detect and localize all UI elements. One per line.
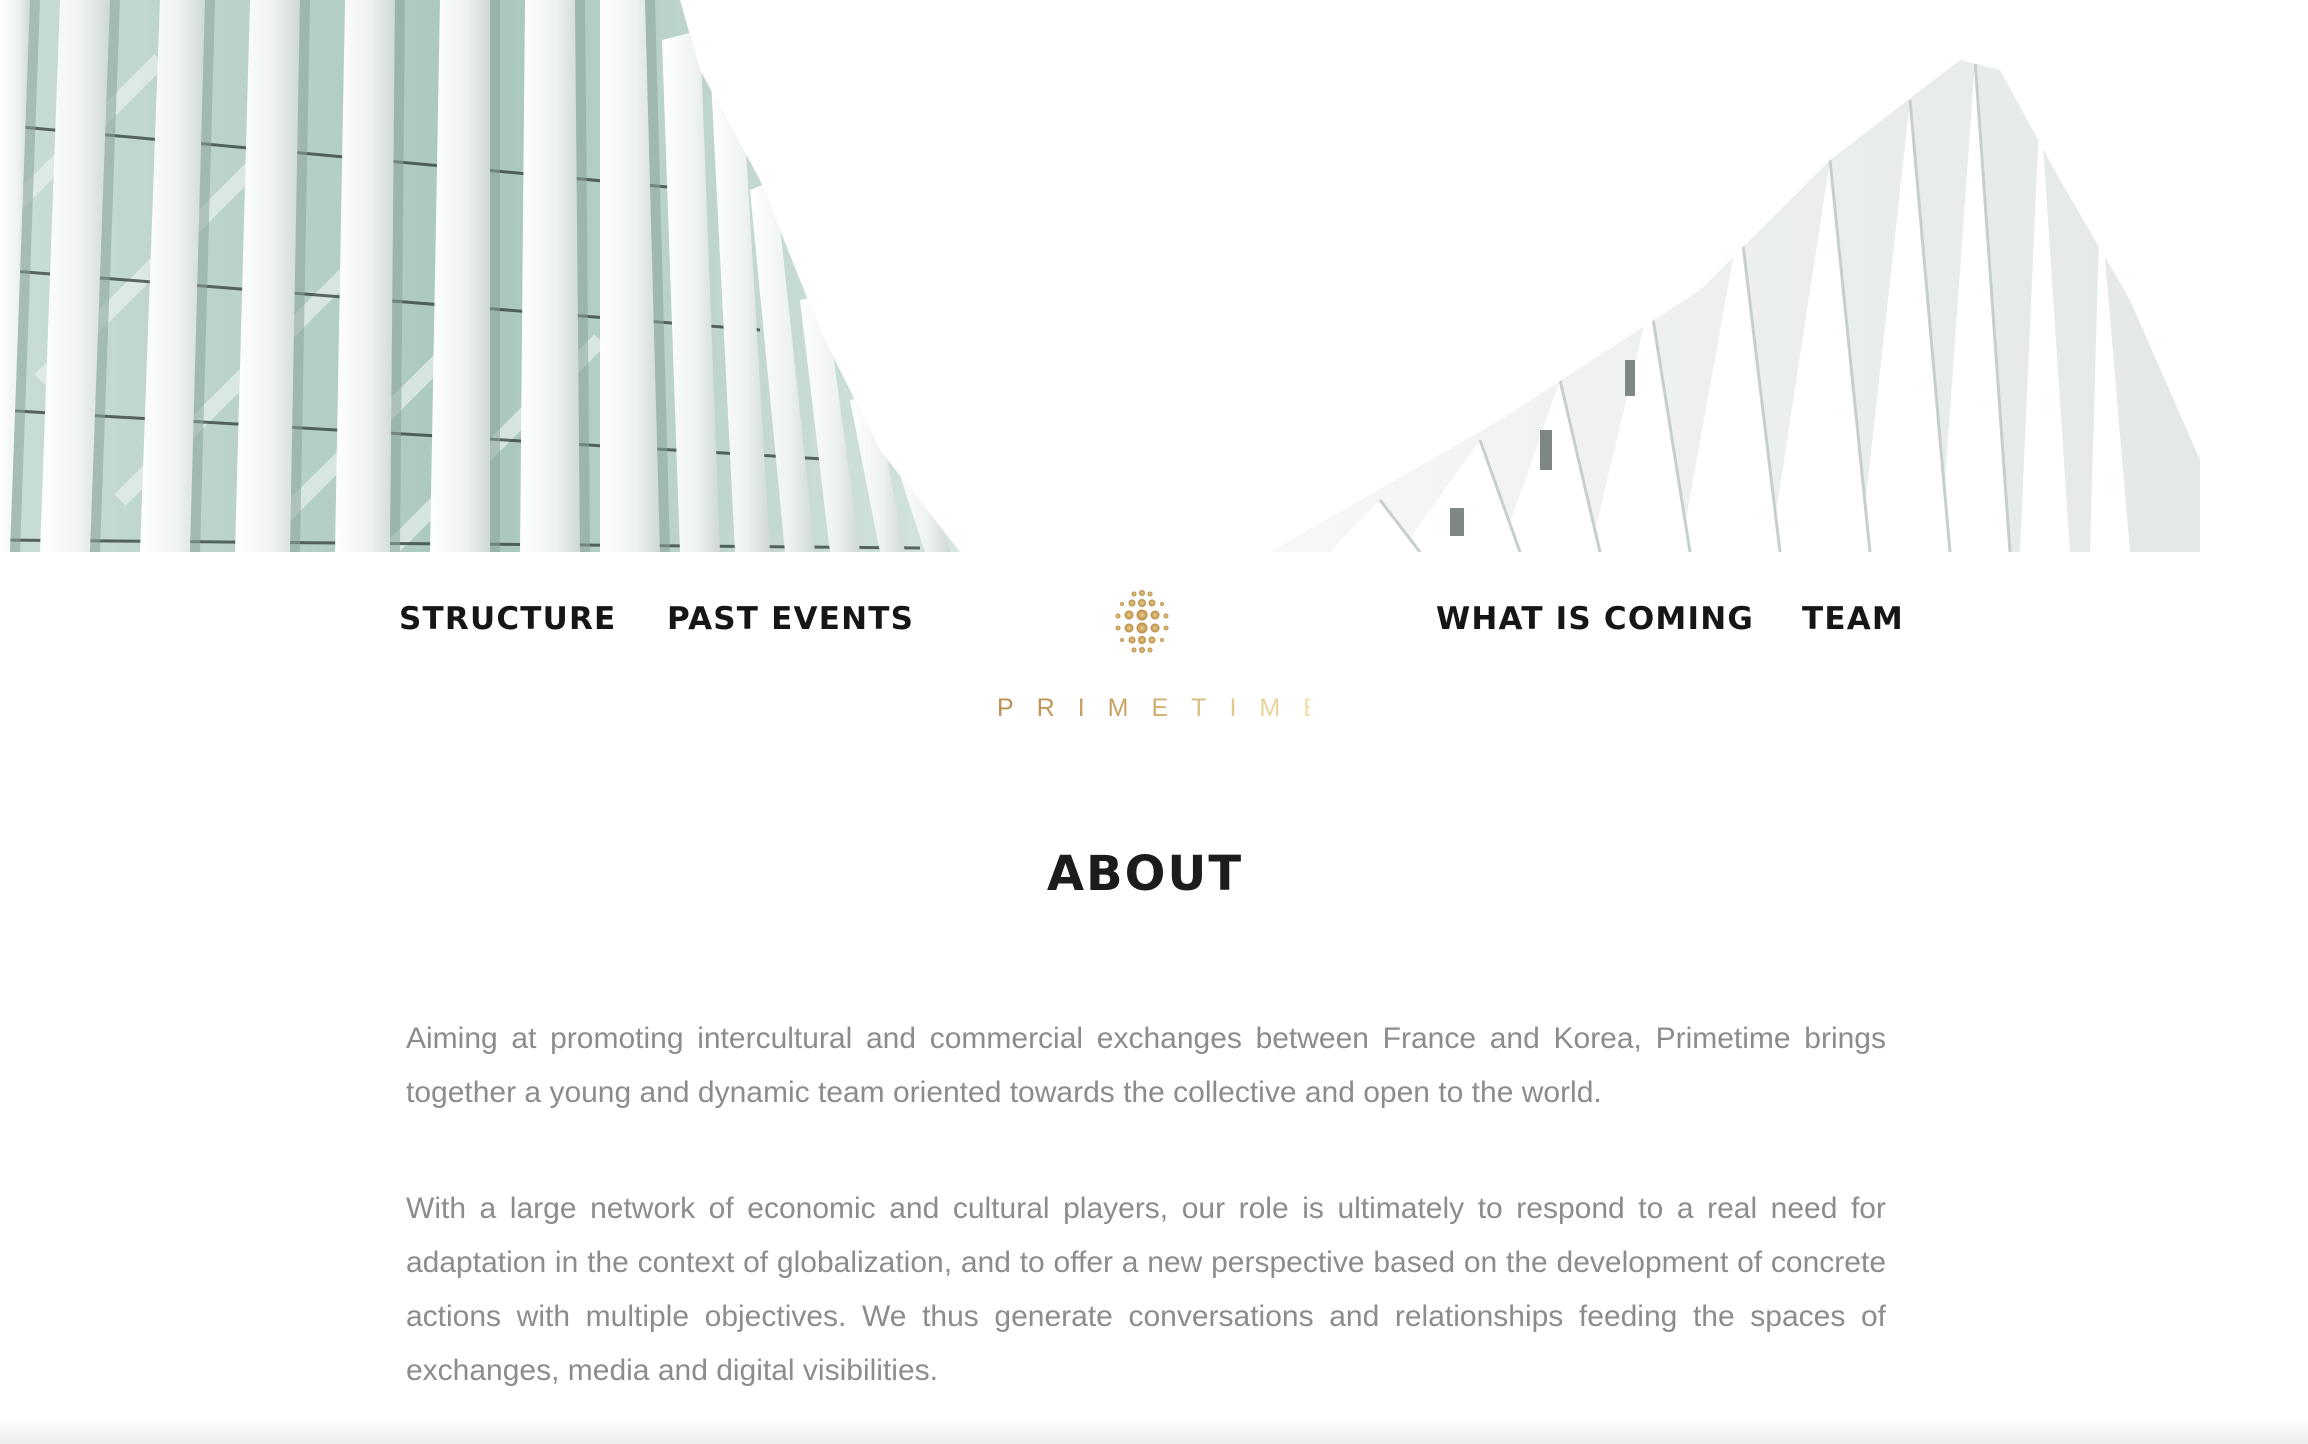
about-heading: ABOUT (1046, 846, 1244, 902)
logo-wordmark: PRIMETIME (974, 696, 1320, 721)
about-paragraph: Aiming at promoting intercultural and co… (406, 1022, 1886, 1109)
main-navigation: STRUCTURE PAST EVENTS PRIMETIME WHAT IS … (0, 552, 2308, 732)
dot-cluster-logo-icon (1115, 590, 1169, 653)
primetime-logo[interactable]: PRIMETIME (974, 588, 1320, 721)
nav-link-structure[interactable]: STRUCTURE (399, 604, 616, 635)
about-text: Aiming at promoting intercultural and co… (406, 1012, 1886, 1444)
about-paragraph: With a large network of economic and cul… (406, 1192, 1886, 1387)
nav-link-what-is-coming[interactable]: WHAT IS COMING (1436, 604, 1754, 635)
nav-link-team[interactable]: TEAM (1802, 604, 1904, 635)
hero-architecture-image (0, 0, 2308, 552)
scroll-edge-shadow (0, 1418, 2308, 1444)
nav-link-past-events[interactable]: PAST EVENTS (667, 604, 914, 635)
